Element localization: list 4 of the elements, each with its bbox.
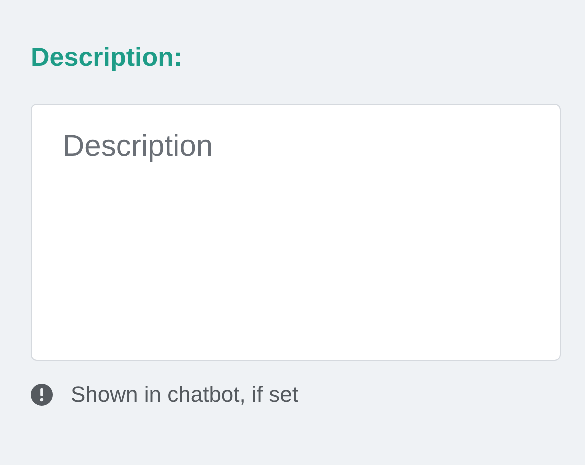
- description-field[interactable]: Description: [31, 104, 561, 361]
- info-icon: [31, 384, 53, 406]
- field-label: Description:: [31, 41, 183, 74]
- hint-text: Shown in chatbot, if set: [71, 381, 298, 409]
